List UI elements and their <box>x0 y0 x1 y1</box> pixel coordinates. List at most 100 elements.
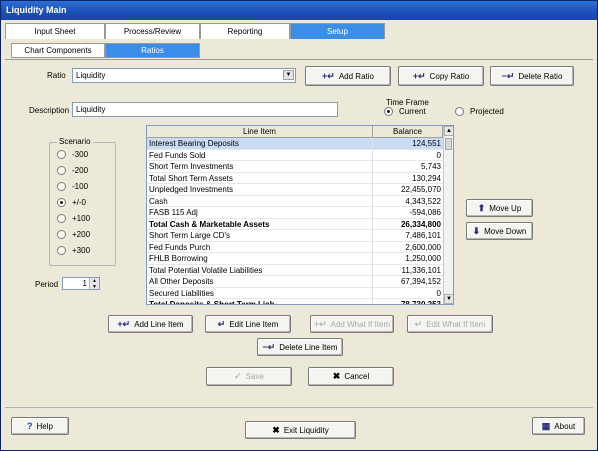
grid-header: Line Item Balance <box>147 126 453 138</box>
scroll-up-icon[interactable]: ▲ <box>444 126 453 136</box>
grid-body: Interest Bearing Deposits 124,551 Fed Fund… <box>147 138 453 305</box>
move-up-button[interactable]: ⬆ Move Up <box>466 199 533 217</box>
table-row[interactable]: Cash 4,343,522 <box>147 195 453 207</box>
column-header-line-item[interactable]: Line Item <box>147 126 373 137</box>
add-what-if-button[interactable]: +↵ Add What If Item <box>310 315 394 333</box>
line-item-cell: Total Cash & Marketable Assets <box>147 218 373 229</box>
radio-icon <box>57 230 66 239</box>
add-icon: +↵ <box>117 318 131 329</box>
edit-what-if-button[interactable]: ↵ Edit What If Item <box>407 315 493 333</box>
help-button[interactable]: ? Help <box>11 417 69 435</box>
balance-cell: 78,730,253 <box>400 300 441 305</box>
timeframe-current-label: Current <box>399 107 426 116</box>
scroll-thumb[interactable] <box>445 138 452 150</box>
window-title: Liquidity Main <box>1 1 597 20</box>
radio-icon <box>57 214 66 223</box>
scenario-option[interactable]: -200 <box>57 166 88 175</box>
move-down-button[interactable]: ⬇ Move Down <box>466 222 533 240</box>
add-ratio-button[interactable]: +↵ Add Ratio <box>305 66 391 86</box>
close-icon: ✖ <box>272 424 280 435</box>
cancel-button[interactable]: ✖ Cancel <box>308 367 394 386</box>
edit-line-item-button[interactable]: ↵ Edit Line Item <box>205 315 291 333</box>
tab-process-review[interactable]: Process/Review <box>105 23 200 39</box>
spin-buttons[interactable]: ▲ ▼ <box>89 278 99 289</box>
exit-liquidity-button[interactable]: ✖ Exit Liquidity <box>245 421 356 439</box>
delete-ratio-button[interactable]: −↵ Delete Ratio <box>490 66 574 86</box>
table-row[interactable]: FHLB Borrowing 1,250,000 <box>147 253 453 265</box>
line-item-cell: Total Short Term Assets <box>147 172 373 183</box>
balance-cell: -594,086 <box>409 208 441 217</box>
save-button[interactable]: ✓ Save <box>206 367 292 386</box>
line-items-grid[interactable]: Line Item Balance Interest Bearing Depos… <box>146 125 454 305</box>
line-item-cell: Fed Funds Sold <box>147 149 373 160</box>
grid-scrollbar[interactable]: ▲ ▼ <box>443 126 453 304</box>
checkmark-icon: ✓ <box>234 371 242 381</box>
add-what-if-label: Add What If Item <box>330 319 391 329</box>
table-row[interactable]: Unpledged Investments 22,455,070 <box>147 184 453 196</box>
table-row[interactable]: Total Deposits & Short Term Liab 78,730,2… <box>147 299 453 305</box>
table-row[interactable]: Total Potential Volatile Liabilities 11,3… <box>147 264 453 276</box>
period-label: Period <box>35 280 59 289</box>
description-input[interactable]: Liquidity <box>72 102 338 117</box>
ratio-combo[interactable]: Liquidity ▼ <box>72 68 296 83</box>
table-row[interactable]: Short Term Large CD's 7,486,101 <box>147 230 453 242</box>
table-row[interactable]: All Other Deposits 67,394,152 <box>147 276 453 288</box>
scenario-option[interactable]: -300 <box>57 150 88 159</box>
balance-cell: 5,743 <box>420 162 441 171</box>
table-row[interactable]: Total Cash & Marketable Assets 26,334,800 <box>147 218 453 230</box>
radio-icon <box>57 166 66 175</box>
delete-ratio-label: Delete Ratio <box>518 71 563 81</box>
scroll-down-icon[interactable]: ▼ <box>444 294 453 304</box>
subtab-chart-components[interactable]: Chart Components <box>11 43 105 58</box>
timeframe-current[interactable]: Current <box>384 107 426 116</box>
line-item-cell: Interest Bearing Deposits <box>147 138 373 149</box>
scenario-option[interactable]: +300 <box>57 246 90 255</box>
scenario-option[interactable]: +100 <box>57 214 90 223</box>
exit-liquidity-label: Exit Liquidity <box>283 425 329 435</box>
line-item-cell: Unpledged Investments <box>147 184 373 195</box>
move-up-label: Move Up <box>489 203 522 213</box>
table-row[interactable]: FASB 115 Adj -594,086 <box>147 207 453 219</box>
close-icon: ✖ <box>332 371 341 381</box>
about-button[interactable]: ▦ About <box>532 417 585 435</box>
scenario-option-label: +/-0 <box>72 198 87 207</box>
scenario-title: Scenario <box>57 137 93 146</box>
add-icon: +↵ <box>313 318 327 329</box>
subtab-ratios[interactable]: Ratios <box>105 43 200 58</box>
table-row[interactable]: Fed Funds Purch 2,600,000 <box>147 241 453 253</box>
tab-reporting[interactable]: Reporting <box>200 23 290 39</box>
balance-cell: 7,486,101 <box>405 231 441 240</box>
column-header-balance[interactable]: Balance <box>373 126 443 137</box>
timeframe-projected[interactable]: Projected <box>455 107 504 116</box>
table-row[interactable]: Secured Liabilities 0 <box>147 287 453 299</box>
radio-projected-icon <box>455 107 464 116</box>
copy-ratio-button[interactable]: +↵ Copy Ratio <box>398 66 484 86</box>
about-label: About <box>554 421 576 431</box>
table-row[interactable]: Total Short Term Assets 130,294 <box>147 172 453 184</box>
tab-input-sheet[interactable]: Input Sheet <box>5 23 105 39</box>
table-row[interactable]: Interest Bearing Deposits 124,551 <box>147 138 453 150</box>
scenario-option[interactable]: -100 <box>57 182 88 191</box>
chevron-down-icon[interactable]: ▼ <box>90 284 99 290</box>
line-item-cell: Short Term Large CD's <box>147 230 373 241</box>
scenario-option[interactable]: +/-0 <box>57 198 86 207</box>
tab-setup[interactable]: Setup <box>290 23 385 39</box>
table-row[interactable]: Short Term Investments 5,743 <box>147 161 453 173</box>
help-label: Help <box>36 421 53 431</box>
balance-cell: 11,336,101 <box>401 265 441 275</box>
period-value: 1 <box>82 279 87 288</box>
edit-line-item-label: Edit Line Item <box>229 319 279 329</box>
table-row[interactable]: Fed Funds Sold 0 <box>147 149 453 161</box>
chevron-down-icon[interactable]: ▼ <box>283 70 294 80</box>
scenario-option-label: -200 <box>72 166 89 175</box>
balance-cell: 4,343,522 <box>405 196 441 206</box>
balance-cell: 22,455,070 <box>400 185 441 194</box>
ratio-combo-value: Liquidity <box>76 71 106 80</box>
line-item-cell: Total Deposits & Short Term Liab <box>147 299 373 304</box>
scenario-option[interactable]: +200 <box>57 230 90 239</box>
add-line-item-button[interactable]: +↵ Add Line Item <box>108 315 193 333</box>
scenario-option-label: +200 <box>72 230 91 239</box>
radio-icon <box>57 198 66 207</box>
period-stepper[interactable]: 1 ▲ ▼ <box>62 277 100 290</box>
delete-line-item-button[interactable]: −↵ Delete Line Item <box>257 338 343 356</box>
